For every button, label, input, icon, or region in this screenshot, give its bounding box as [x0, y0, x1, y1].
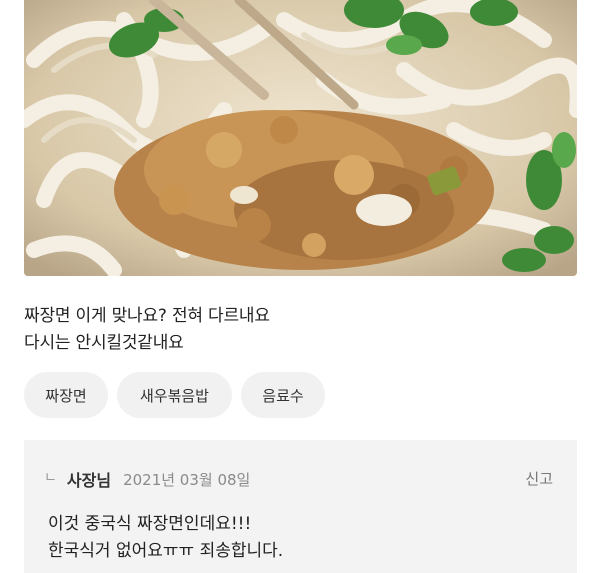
report-button[interactable]: 신고 — [525, 468, 553, 489]
reply-line: 한국식거 없어요ㅠㅠ 죄송합니다. — [48, 541, 284, 561]
owner-reply: ㄴ 사장님 2021년 03월 08일 신고 이것 중국식 짜장면인데요!!! … — [24, 440, 577, 573]
reply-arrow-icon: ㄴ — [44, 470, 57, 486]
review-photo[interactable] — [24, 0, 577, 276]
menu-tag-shrimp-fried-rice[interactable]: 새우볶음밥 — [117, 372, 232, 418]
reply-date: 2021년 03월 08일 — [123, 470, 251, 489]
noodle-dish-image — [24, 0, 577, 276]
review-body: 짜장면 이게 맞나요? 전혀 다르내요 다시는 안시킬것같내요 — [24, 303, 576, 357]
reply-line: 이것 중국식 짜장면인데요!!! — [48, 514, 252, 534]
menu-tag-jjajangmyeon[interactable]: 짜장면 — [24, 372, 108, 418]
reply-header: ㄴ 사장님 2021년 03월 08일 — [44, 467, 250, 491]
review-line: 짜장면 이게 맞나요? 전혀 다르내요 — [24, 306, 270, 326]
review-line: 다시는 안시킬것같내요 — [24, 333, 184, 353]
ordered-menu-tags: 짜장면 새우볶음밥 음료수 — [24, 372, 325, 418]
menu-tag-drink[interactable]: 음료수 — [241, 372, 325, 418]
reply-author: 사장님 — [66, 471, 112, 490]
reply-body: 이것 중국식 짜장면인데요!!! 한국식거 없어요ㅠㅠ 죄송합니다. — [48, 511, 283, 565]
